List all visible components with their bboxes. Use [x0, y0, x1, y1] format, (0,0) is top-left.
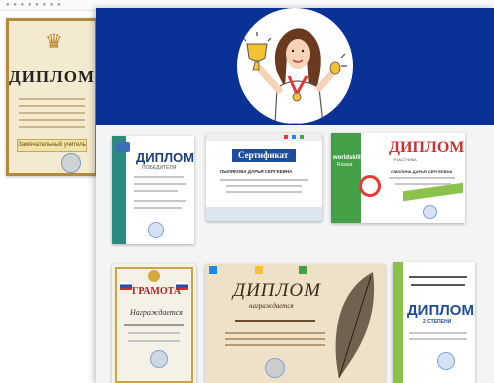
text-line [226, 191, 302, 193]
card6-side-stripe [393, 262, 403, 383]
card1-side-stripe [112, 136, 126, 244]
profile-avatar[interactable] [237, 8, 353, 124]
russian-flag-icon [120, 282, 132, 290]
card6-title: ДИПЛОМ [407, 302, 474, 319]
logo-icon [255, 266, 263, 274]
eagle-emblem-icon: ♛ [45, 31, 63, 53]
text-line [128, 332, 180, 334]
text-line [128, 340, 180, 342]
logo-icon [299, 266, 307, 274]
stamp-icon [423, 205, 437, 219]
text-line [134, 190, 178, 192]
text-line [389, 177, 455, 179]
certificate-thumbnail-2[interactable]: Сертификат ПЫЛЯКОВА ДАРЬЯ СЕРГЕЕВНА [206, 133, 322, 221]
card2-logo-strip [206, 133, 322, 141]
emblem-icon [148, 270, 160, 282]
certificate-thumbnail-3[interactable]: worldskills Russia ДИПЛОМ УЧАСТНИКА СМОЛ… [331, 133, 465, 223]
stamp-icon [148, 222, 164, 238]
text-line [124, 324, 184, 326]
card4-verb: Награждается [130, 308, 183, 317]
background-diploma-title: ДИПЛОМ [9, 67, 96, 86]
worldskills-green-panel [331, 133, 361, 223]
text-line [409, 276, 467, 278]
certificate-thumbnail-4[interactable]: ГРАМОТА Награждается [112, 264, 196, 383]
stamp-icon [150, 350, 168, 368]
card1-title: ДИПЛОМ [136, 150, 194, 165]
certificate-thumbnail-5[interactable]: ДИПЛОМ награждается [205, 264, 385, 383]
logo-icon [209, 266, 217, 274]
worldskills-emblem-icon [359, 175, 381, 197]
card3-name: СМОЛИНА ДАРЬЯ СЕРГЕЕВНА [391, 169, 453, 174]
woman-with-trophy-illustration [242, 28, 347, 124]
card1-subtitle: ПОБЕДИТЕЛЯ [142, 165, 177, 171]
card2-name: ПЫЛЯКОВА ДАРЬЯ СЕРГЕЕВНА [220, 169, 293, 174]
logo-icon [300, 135, 304, 139]
certificate-thumbnail-6[interactable]: ДИПЛОМ 2 СТЕПЕНИ [393, 262, 475, 383]
background-diploma-banner: Замечательный учитель [17, 139, 87, 152]
toolbar-dots: ● ● ● ● ● ● ● ● [6, 2, 62, 8]
handwritten-name-line [235, 320, 315, 322]
worldskills-brand-country: Russia [337, 162, 353, 168]
text-line [409, 332, 467, 334]
text-line [226, 185, 302, 187]
text-line [225, 332, 325, 334]
text-line [225, 338, 325, 340]
card2-title: Сертификат [238, 150, 289, 160]
worldskills-brand: worldskills [333, 155, 365, 161]
text-line [134, 207, 182, 209]
stamp-icon [437, 352, 455, 370]
text-line [395, 183, 451, 185]
background-diploma-lines [19, 93, 85, 133]
card4-title: ГРАМОТА [132, 286, 182, 297]
stamp-icon [61, 153, 81, 173]
card5-verb: награждается [249, 302, 294, 310]
certificate-thumbnail-1[interactable]: ДИПЛОМ ПОБЕДИТЕЛЯ [112, 136, 194, 244]
card2-footer-strip [206, 207, 322, 221]
text-line [134, 200, 186, 202]
card5-title: ДИПЛОМ [233, 280, 321, 301]
feather-quill-icon [335, 272, 375, 379]
text-line [134, 176, 184, 178]
text-line [220, 179, 308, 181]
card6-subtitle: 2 СТЕПЕНИ [423, 319, 452, 325]
text-line [134, 183, 186, 185]
card3-subtitle: УЧАСТНИКА [393, 157, 417, 162]
logo-icon [292, 135, 296, 139]
text-line [409, 338, 467, 340]
logo-icon [284, 135, 288, 139]
green-ribbon-decoration [403, 182, 463, 202]
text-line [411, 284, 465, 286]
stamp-icon [265, 358, 285, 378]
logo-icon [116, 142, 130, 152]
text-line [225, 344, 325, 346]
card3-title: ДИПЛОМ [389, 139, 465, 156]
background-diploma-image[interactable]: ♛ ДИПЛОМ Замечательный учитель [6, 18, 98, 176]
